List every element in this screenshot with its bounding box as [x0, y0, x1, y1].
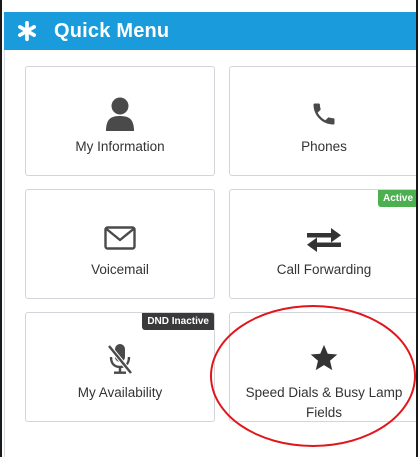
tile-voicemail[interactable]: Voicemail [25, 189, 215, 299]
tile-label: Phones [301, 139, 347, 154]
status-badge-active: Active [377, 190, 416, 207]
exchange-arrows-icon [230, 228, 416, 252]
tile-label: Call Forwarding [276, 262, 372, 277]
tile-my-information[interactable]: My Information [25, 66, 215, 176]
user-icon [26, 97, 214, 131]
tile-my-availability[interactable]: DND Inactive My Availability [25, 312, 215, 422]
status-badge-dnd: DND Inactive [142, 313, 214, 330]
star-icon [230, 343, 416, 373]
asterisk-icon [14, 18, 40, 44]
tile-label: Voicemail [91, 262, 149, 277]
app-frame: Quick Menu My Information Phones Voicema… [0, 0, 418, 457]
tile-label: Speed Dials & Busy Lamp Fields [245, 385, 403, 420]
phone-icon [230, 99, 416, 129]
microphone-slash-icon [26, 343, 214, 375]
quick-menu-panel: My Information Phones Voicemail Active C… [4, 50, 416, 457]
envelope-icon [26, 226, 214, 250]
tile-speed-dials[interactable]: Speed Dials & Busy Lamp Fields [229, 312, 416, 422]
tile-call-forwarding[interactable]: Active Call Forwarding [229, 189, 416, 299]
tile-label: My Information [75, 139, 165, 154]
quick-menu-header: Quick Menu [4, 12, 416, 50]
quick-menu-title: Quick Menu [54, 19, 170, 42]
tile-phones[interactable]: Phones [229, 66, 416, 176]
tile-label: My Availability [77, 385, 163, 400]
